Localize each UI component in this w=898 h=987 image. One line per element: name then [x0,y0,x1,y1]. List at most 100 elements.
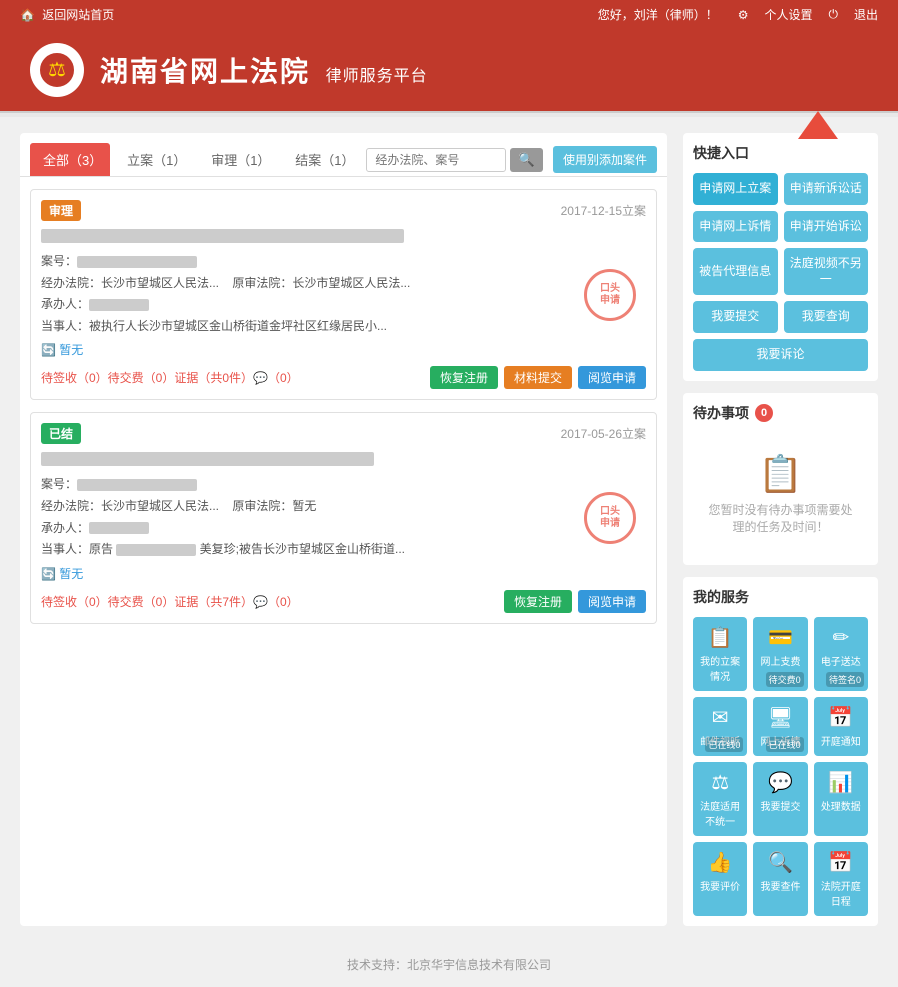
service-badge-you-jian: 已在线0 [705,737,743,752]
stamp-1: 口头申请 [584,269,636,321]
action-view-1[interactable]: 阅览申请 [578,366,646,389]
action-reclaim-1[interactable]: 恢复注册 [430,366,498,389]
services-grid: 📋 我的立案情况 💳 网上支费 待交费0 ✏ 电子送达 待签名0 ✉ 邮件视听 … [693,617,868,916]
my-services-title: 我的服务 [693,587,868,607]
service-song-da[interactable]: ✏ 电子送达 待签名0 [814,617,868,691]
case-date-2: 2017-05-26立案 [561,425,646,442]
top-nav: 🏠 返回网站首页 您好，刘洋（律师）！ ⚙ 个人设置 ⏻ 退出 [0,0,898,29]
pending-empty: 📋 您暂时没有待办事项需要处理的任务及时间！ [693,433,868,555]
service-label-song-da: 电子送达 [821,653,861,668]
service-label-ti-jiao: 我要提交 [760,798,800,813]
service-badge-song-da: 待签名0 [826,672,864,687]
service-cha-jian[interactable]: 🔍 我要查件 [753,842,807,916]
quick-btn-su-qing[interactable]: 申请网上诉情 [693,211,778,243]
quick-btn-bao-gao[interactable]: 被告代理信息 [693,248,778,295]
left-panel: 全部（3） 立案（1） 审理（1） 结案（1） 🔍 使用别添加案件 审理 201… [20,133,667,926]
search-input[interactable] [366,148,506,172]
case-info-1: 案号： 经办法院：长沙市望城区人民法... 原审法院：长沙市望城区人民法... … [41,251,646,337]
service-kai-ting[interactable]: 📅 开庭通知 [814,697,868,756]
service-badge-zhi-fei: 待交费0 [766,672,804,687]
action-reclaim-2[interactable]: 恢复注册 [504,590,572,613]
case-no-row-1: 案号： [41,251,646,273]
service-ti-jiao[interactable]: 💬 我要提交 [753,762,807,836]
service-icon-wang-su: 🖥 [768,705,793,730]
tab-jiean[interactable]: 结案（1） [282,143,362,176]
tab-all[interactable]: 全部（3） [30,143,110,176]
case-title-blur-2 [41,452,374,466]
settings-link[interactable]: 个人设置 [764,6,812,23]
content-area: 全部（3） 立案（1） 审理（1） 结案（1） 🔍 使用别添加案件 审理 201… [0,117,898,942]
service-icon-shu-ju: 📊 [828,770,853,795]
service-label-shu-ju: 处理数据 [821,798,861,813]
service-zhi-fei[interactable]: 💳 网上支费 待交费0 [753,617,807,691]
case-date-1: 2017-12-15立案 [561,202,646,219]
service-icon-ping-jia: 👍 [708,850,733,875]
right-panel: 快捷入口 申请网上立案 申请新诉讼话 申请网上诉情 申请开始诉讼 被告代理信息 … [683,133,878,926]
top-nav-right: 您好，刘洋（律师）！ ⚙ 个人设置 ⏻ 退出 [594,6,878,23]
service-wang-su[interactable]: 🖥 网上诉情 已在线0 [753,697,807,756]
tab-shenli[interactable]: 审理（1） [198,143,278,176]
quick-btn-cha-xun[interactable]: 我要查询 [784,301,869,333]
service-label-cha-jian: 我要查件 [760,878,800,893]
case-footer-1: 待签收（0）待交费（0）证据（共0件）💬（0） 恢复注册 材料提交 阅览申请 [41,366,646,389]
action-view-2[interactable]: 阅览申请 [578,590,646,613]
service-ri-cheng[interactable]: 📅 法院开庭日程 [814,842,868,916]
logout-icon: ⏻ [828,7,838,22]
footer-text: 技术支持：北京华宇信息技术有限公司 [347,958,551,972]
case-info-2: 案号： 经办法院：长沙市望城区人民法... 原审法院：暂无 承办人： 当事人：原… [41,474,646,560]
quick-btn-kai-shi[interactable]: 申请开始诉讼 [784,211,869,243]
service-icon-cha-jian: 🔍 [768,850,793,875]
quick-btn-su-song[interactable]: 申请新诉讼话 [784,173,869,205]
main-title: 湖南省网上法院 [100,56,310,87]
pending-count: 0 [755,404,773,422]
service-label-ping-jia: 我要评价 [700,878,740,893]
greeting-text: 您好，刘洋（律师）！ [598,6,718,23]
action-submit-1[interactable]: 材料提交 [504,366,572,389]
pending-empty-text: 您暂时没有待办事项需要处理的任务及时间！ [703,501,858,535]
service-you-jian[interactable]: ✉ 邮件视听 已在线0 [693,697,747,756]
quick-btn-su-lun[interactable]: 我要诉论 [693,339,868,371]
quick-btn-fa-ting[interactable]: 法庭视频不另一 [784,248,869,295]
quick-btn-ti-jiao[interactable]: 我要提交 [693,301,778,333]
case-card-2: 已结 2017-05-26立案 案号： 经办法院：长沙市望城区人民法... 原审… [30,412,657,623]
add-case-button[interactable]: 使用别添加案件 [553,146,657,173]
service-lian-an[interactable]: 📋 我的立案情况 [693,617,747,691]
service-icon-ri-cheng: 📅 [828,850,853,875]
pending-title: 待办事项 0 [693,403,868,423]
header: ⚖ 湖南省网上法院 律师服务平台 [0,29,898,111]
footer: 技术支持：北京华宇信息技术有限公司 [0,942,898,987]
service-label-ri-cheng: 法院开庭日程 [818,878,864,908]
service-icon-kai-ting: 📅 [828,705,853,730]
case-link-2[interactable]: 🔄 暂无 [41,565,83,582]
case-stats-2: 待签收（0）待交费（0）证据（共7件）💬（0） [41,593,299,610]
logo: ⚖ [30,43,84,97]
quick-btn-lian-an[interactable]: 申请网上立案 [693,173,778,205]
service-label-zhi-fei: 网上支费 [760,653,800,668]
tab-lian[interactable]: 立案（1） [114,143,194,176]
service-ping-jia[interactable]: 👍 我要评价 [693,842,747,916]
quick-grid: 申请网上立案 申请新诉讼话 申请网上诉情 申请开始诉讼 被告代理信息 法庭视频不… [693,173,868,371]
service-icon-song-da: ✏ [832,625,849,650]
case-status-2: 已结 [41,423,81,444]
logout-link[interactable]: 退出 [854,6,878,23]
case-party-detail-1: 当事人：被执行人长沙市望城区金山桥街道金坪社区红缘居民小... [41,316,646,338]
top-nav-left: 🏠 返回网站首页 [20,6,118,23]
home-link[interactable]: 返回网站首页 [42,8,114,22]
case-status-1: 审理 [41,200,81,221]
case-title-blur-1 [41,229,404,243]
case-card-1: 审理 2017-12-15立案 案号： 经办法院：长沙市望城区人民法... 原审… [30,189,657,400]
search-button[interactable]: 🔍 [510,148,543,172]
case-party-detail-2: 当事人：原告 美复珍;被告长沙市望城区金山桥街道... [41,539,646,561]
service-icon-zhi-fei: 💳 [768,625,793,650]
service-label-kai-ting: 开庭通知 [821,733,861,748]
case-stats-1: 待签收（0）待交费（0）证据（共0件）💬（0） [41,369,299,386]
stamp-2: 口头申请 [584,492,636,544]
case-header-1: 审理 2017-12-15立案 [41,200,646,221]
service-icon-ti-jiao: 💬 [768,770,793,795]
service-shu-ju[interactable]: 📊 处理数据 [814,762,868,836]
case-handler-2: 经办法院：长沙市望城区人民法... 原审法院：暂无 [41,496,646,518]
service-fa-ting[interactable]: ⚖ 法庭适用不统一 [693,762,747,836]
case-link-1[interactable]: 🔄 暂无 [41,341,83,358]
pending-panel: 待办事项 0 📋 您暂时没有待办事项需要处理的任务及时间！ [683,393,878,565]
home-icon: 🏠 [20,8,35,22]
